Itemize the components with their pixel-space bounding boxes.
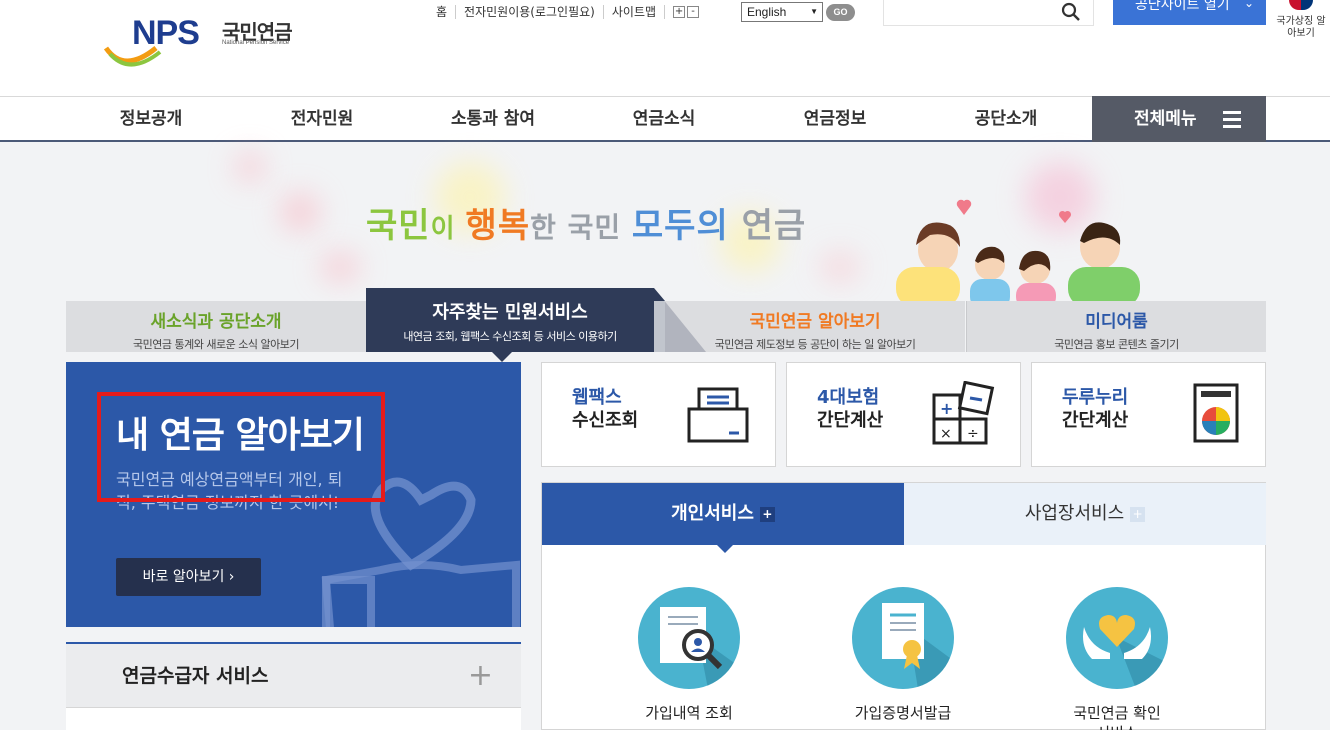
svg-text:×: × <box>940 426 952 442</box>
tab-personal-service[interactable]: 개인서비스 + <box>542 483 904 553</box>
slogan-part: 한 국민 <box>530 211 632 244</box>
zoom-controls: + - <box>673 6 700 18</box>
tab-pointer <box>717 545 733 553</box>
slogan-part: 이 <box>430 214 466 244</box>
nav-info-disclosure[interactable]: 정보공개 <box>66 97 236 141</box>
search-icon[interactable] <box>1061 2 1081 22</box>
webfax-card[interactable]: 웹팩스 수신조회 <box>541 362 776 467</box>
home-link[interactable]: 홈 <box>428 5 457 19</box>
language-value: English <box>747 5 787 19</box>
tab-subtitle: 내연금 조회, 웹팩스 수신조회 등 서비스 이용하기 <box>403 330 617 343</box>
tab-subtitle: 국민연금 홍보 콘텐츠 즐기기 <box>1054 338 1179 351</box>
tab-fold-shape <box>654 288 706 352</box>
service-panel: 개인서비스 + 사업장서비스 + 가입내역 조회 가입증명서발급 국민연금 확인 <box>541 482 1266 730</box>
service-pension-check[interactable]: 국민연금 확인서비스 <box>1037 587 1197 730</box>
svg-text:÷: ÷ <box>967 426 979 442</box>
durunuri-card[interactable]: 두루누리 간단계산 <box>1031 362 1266 467</box>
plus-icon[interactable]: + <box>468 644 493 708</box>
tab-learn-pension[interactable]: 국민연금 알아보기 국민연금 제도정보 등 공단이 하는 일 알아보기 <box>665 301 965 352</box>
service-label: 가입증명서발급 <box>854 704 952 722</box>
tab-civil-service[interactable]: 자주찾는 민원서비스 내연금 조회, 웹팩스 수신조회 등 서비스 이용하기 <box>366 288 654 362</box>
tab-label: 사업장서비스 <box>1024 503 1125 524</box>
header: NPS 국민연금 National Pension Service 홈 전자민원… <box>0 0 1330 96</box>
nav-communication[interactable]: 소통과 참여 <box>408 97 578 141</box>
all-menu-button[interactable]: 전체메뉴 <box>1092 96 1266 142</box>
tab-news[interactable]: 새소식과 공단소개 국민연금 통계와 새로운 소식 알아보기 <box>66 301 366 352</box>
slogan-part: 연금 <box>728 206 807 246</box>
highlight-box <box>97 392 385 502</box>
e-civil-link[interactable]: 전자민원이용(로그인필요) <box>456 5 604 19</box>
service-label: 가입내역 조회 <box>645 704 733 722</box>
service-enrollment-lookup[interactable]: 가입내역 조회 <box>609 587 769 723</box>
tab-label: 개인서비스 <box>671 503 754 524</box>
site-open-label: 공단사이트 열기 <box>1135 0 1230 13</box>
pension-receiver-service[interactable]: 연금수급자 서비스 + <box>66 642 521 730</box>
logo-text: NPS <box>132 14 200 52</box>
card-subtitle: 간단계산 <box>817 410 884 431</box>
plus-icon: + <box>759 506 775 522</box>
nav-e-civil[interactable]: 전자민원 <box>237 97 407 141</box>
chevron-down-icon: ▼ <box>810 7 818 16</box>
card-subtitle: 수신조회 <box>572 410 639 431</box>
nav-about[interactable]: 공단소개 <box>921 97 1091 141</box>
social-insurance-card[interactable]: 4대보험 간단계산 + × ÷ <box>786 362 1021 467</box>
plus-icon: + <box>1130 506 1146 522</box>
tab-subtitle: 국민연금 통계와 새로운 소식 알아보기 <box>133 338 299 351</box>
section-tabs: 새소식과 공단소개 국민연금 통계와 새로운 소식 알아보기 국민연금 알아보기… <box>66 288 1266 362</box>
tab-subtitle: 국민연금 제도정보 등 공단이 하는 일 알아보기 <box>714 338 916 351</box>
tab-title: 새소식과 공단소개 <box>150 312 282 332</box>
utility-links: 홈 전자민원이용(로그인필요) 사이트맵 + - <box>428 2 707 22</box>
tab-title: 국민연금 알아보기 <box>749 312 881 332</box>
receiver-title: 연금수급자 서비스 <box>122 665 269 687</box>
durunuri-icon <box>1193 383 1239 443</box>
nav-pension-info[interactable]: 연금정보 <box>750 97 920 141</box>
slogan-part: 행복 <box>465 206 531 246</box>
fax-icon <box>687 387 749 443</box>
taegeuk-icon <box>1289 0 1313 10</box>
certificate-icon <box>852 587 954 689</box>
document-search-icon <box>638 587 740 689</box>
sitemap-link[interactable]: 사이트맵 <box>604 5 666 19</box>
tab-business-service[interactable]: 사업장서비스 + <box>904 483 1266 545</box>
slogan: 국민이 행복한 국민 모두의 연금 <box>366 198 806 247</box>
slogan-part: 국민 <box>366 206 431 246</box>
receiver-header[interactable]: 연금수급자 서비스 + <box>66 644 521 708</box>
calculator-icon: + × ÷ <box>932 381 995 445</box>
card-subtitle: 간단계산 <box>1062 410 1129 431</box>
hamburger-icon <box>1223 111 1241 132</box>
zoom-out-button[interactable]: - <box>687 6 700 18</box>
language-select[interactable]: English ▼ <box>741 2 823 22</box>
national-symbol-link[interactable]: 국가상징 알아보기 <box>1276 0 1326 48</box>
service-label: 국민연금 확인서비스 <box>1073 704 1161 730</box>
go-learn-button[interactable]: 바로 알아보기 › <box>116 558 261 596</box>
slogan-part: 모두의 <box>631 206 729 246</box>
logo-en: National Pension Service <box>222 40 290 46</box>
tab-media-room[interactable]: 미디어룸 국민연금 홍보 콘텐츠 즐기기 <box>966 301 1266 352</box>
nps-logo[interactable]: NPS 국민연금 National Pension Service <box>104 14 304 67</box>
go-button[interactable]: GO <box>826 4 855 21</box>
tab-pointer <box>492 352 512 362</box>
chevron-down-icon: ⌄ <box>1243 0 1254 10</box>
svg-text:+: + <box>940 399 953 418</box>
search-input[interactable] <box>883 0 1094 26</box>
zoom-in-button[interactable]: + <box>673 6 686 18</box>
main-nav: 정보공개 전자민원 소통과 참여 연금소식 연금정보 공단소개 전체메뉴 <box>0 96 1330 142</box>
heart-hands-icon <box>1066 587 1168 689</box>
tab-title: 미디어룸 <box>1085 312 1148 332</box>
all-menu-label: 전체메뉴 <box>1134 109 1197 129</box>
symbol-label: 국가상징 알아보기 <box>1276 16 1326 39</box>
nav-pension-news[interactable]: 연금소식 <box>579 97 749 141</box>
site-open-button[interactable]: 공단사이트 열기 ⌄ <box>1113 0 1266 25</box>
service-certificate[interactable]: 가입증명서발급 <box>823 587 983 723</box>
tab-title: 자주찾는 민원서비스 <box>432 302 588 323</box>
